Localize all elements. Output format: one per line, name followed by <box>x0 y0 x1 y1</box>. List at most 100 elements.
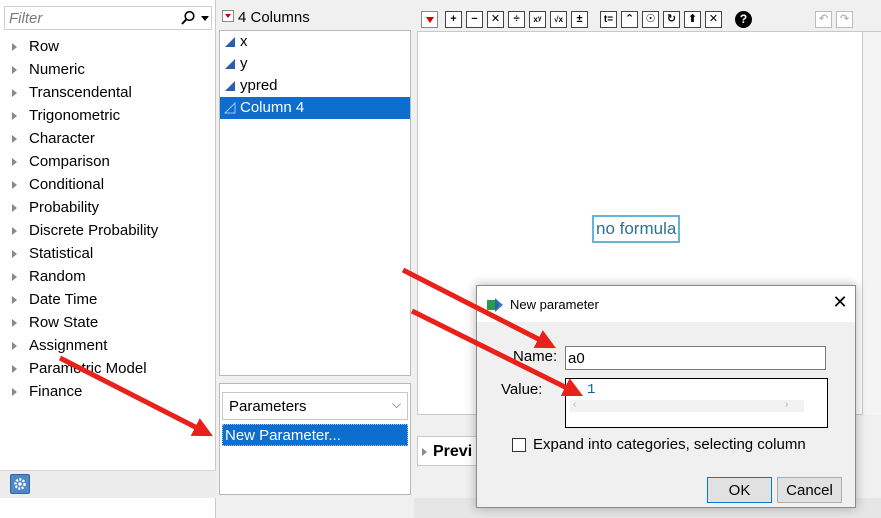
pin-icon[interactable]: ⬆ <box>684 11 701 28</box>
assign-icon[interactable]: t= <box>600 11 617 28</box>
column-item[interactable]: Column 4 <box>220 97 410 119</box>
expand-triangle-icon[interactable] <box>12 342 17 350</box>
new-parameter-dialog: New parameter ✕ Name: Value: 1 ‹ › Expan… <box>476 285 856 508</box>
continuous-column-icon <box>225 81 235 91</box>
expand-triangle-icon[interactable] <box>12 158 17 166</box>
column-item[interactable]: ypred <box>220 75 410 97</box>
expand-triangle-icon[interactable] <box>12 135 17 143</box>
expand-triangle-icon[interactable] <box>12 89 17 97</box>
columns-menu-red-triangle-icon[interactable] <box>222 10 234 22</box>
expand-triangle-icon[interactable] <box>12 204 17 212</box>
column-label: y <box>240 55 248 72</box>
expand-triangle-icon[interactable] <box>12 181 17 189</box>
expand-triangle-icon[interactable] <box>12 250 17 258</box>
filter-input[interactable] <box>9 9 159 27</box>
function-category-item[interactable]: Date Time <box>0 288 215 311</box>
divide-icon[interactable]: ÷ <box>508 11 525 28</box>
function-category-item[interactable]: Comparison <box>0 150 215 173</box>
chevron-down-icon: ⌵ <box>392 397 402 411</box>
function-category-label: Row State <box>29 314 99 331</box>
expand-triangle-icon[interactable] <box>422 448 427 456</box>
column-label: Column 4 <box>240 99 305 116</box>
preview-label: Previ <box>433 443 473 460</box>
function-category-item[interactable]: Statistical <box>0 242 215 265</box>
function-category-item[interactable]: Numeric <box>0 58 215 81</box>
function-category-item[interactable]: Character <box>0 127 215 150</box>
value-text: 1 <box>587 382 596 398</box>
column-item[interactable]: x <box>220 31 410 53</box>
expand-triangle-icon[interactable] <box>12 227 17 235</box>
function-category-label: Probability <box>29 199 100 216</box>
new-parameter-item[interactable]: New Parameter... <box>222 424 408 446</box>
scroll-right-icon[interactable]: › <box>785 399 788 410</box>
filter-dropdown-arrow-icon[interactable] <box>201 16 209 21</box>
scroll-left-icon[interactable]: ‹ <box>573 399 576 410</box>
expand-categories-label: Expand into categories, selecting column <box>533 436 806 453</box>
function-category-label: Row <box>29 38 60 55</box>
dialog-title-bar: New parameter ✕ <box>477 286 855 322</box>
function-category-label: Transcendental <box>29 84 132 101</box>
close-icon[interactable]: ✕ <box>829 292 851 313</box>
root-icon[interactable]: √x <box>550 11 567 28</box>
value-text-area[interactable] <box>570 382 804 398</box>
filter-box <box>4 6 212 30</box>
cancel-button[interactable]: Cancel <box>777 477 842 503</box>
add-icon[interactable]: + <box>445 11 462 28</box>
search-icon[interactable] <box>180 10 196 26</box>
continuous-column-icon <box>225 59 235 69</box>
function-category-item[interactable]: Conditional <box>0 173 215 196</box>
settings-gear-icon[interactable] <box>10 474 30 494</box>
multiply-icon[interactable]: ✕ <box>487 11 504 28</box>
ok-button[interactable]: OK <box>707 477 772 503</box>
left-bottom-bar <box>0 470 216 498</box>
expand-triangle-icon[interactable] <box>12 43 17 51</box>
function-category-item[interactable]: Trigonometric <box>0 104 215 127</box>
subtract-icon[interactable]: − <box>466 11 483 28</box>
expand-triangle-icon[interactable] <box>12 319 17 327</box>
expand-triangle-icon[interactable] <box>12 273 17 281</box>
function-category-item[interactable]: Transcendental <box>0 81 215 104</box>
expand-triangle-icon[interactable] <box>12 112 17 120</box>
function-category-label: Finance <box>29 383 83 400</box>
expand-categories-checkbox[interactable] <box>512 438 526 452</box>
column-label: x <box>240 33 248 50</box>
expand-triangle-icon[interactable] <box>12 296 17 304</box>
function-category-item[interactable]: Row <box>0 35 215 58</box>
function-category-label: Conditional <box>29 176 105 193</box>
lookup-icon[interactable]: ☉ <box>642 11 659 28</box>
name-input[interactable] <box>565 346 826 370</box>
undo-icon[interactable]: ↶ <box>815 11 832 28</box>
value-horizontal-scrollbar[interactable] <box>570 400 804 412</box>
function-category-item[interactable]: Finance <box>0 380 215 403</box>
expand-triangle-icon[interactable] <box>12 66 17 74</box>
column-label: ypred <box>240 77 278 94</box>
vertical-scrollbar[interactable] <box>863 31 881 415</box>
app-icon <box>487 298 503 312</box>
help-icon[interactable]: ? <box>735 11 752 28</box>
function-category-item[interactable]: Parametric Model <box>0 357 215 380</box>
function-category-item[interactable]: Row State <box>0 311 215 334</box>
negate-icon[interactable]: ± <box>571 11 588 28</box>
redo-icon[interactable]: ↷ <box>836 11 853 28</box>
column-list: x y ypred Column 4 <box>219 30 411 376</box>
peel-icon[interactable]: ⌃ <box>621 11 638 28</box>
function-category-item[interactable]: Discrete Probability <box>0 219 215 242</box>
expand-triangle-icon[interactable] <box>12 388 17 396</box>
swap-icon[interactable]: ↻ <box>663 11 680 28</box>
function-category-label: Parametric Model <box>29 360 147 377</box>
power-icon[interactable]: xy <box>529 11 546 28</box>
editor-menu-red-triangle-icon[interactable] <box>421 11 438 28</box>
dialog-title: New parameter <box>510 297 599 312</box>
function-category-item[interactable]: Assignment <box>0 334 215 357</box>
function-category-item[interactable]: Random <box>0 265 215 288</box>
delete-icon[interactable]: ✕ <box>705 11 722 28</box>
function-category-label: Date Time <box>29 291 98 308</box>
function-category-label: Discrete Probability <box>29 222 159 239</box>
name-label: Name: <box>513 348 558 365</box>
function-category-label: Assignment <box>29 337 108 354</box>
expand-triangle-icon[interactable] <box>12 365 17 373</box>
column-item[interactable]: y <box>220 53 410 75</box>
function-browser-panel: Row Numeric Transcendental Trigonometric Cha… <box>0 0 216 518</box>
formula-placeholder[interactable]: no formula <box>592 215 681 243</box>
function-category-item[interactable]: Probability <box>0 196 215 219</box>
